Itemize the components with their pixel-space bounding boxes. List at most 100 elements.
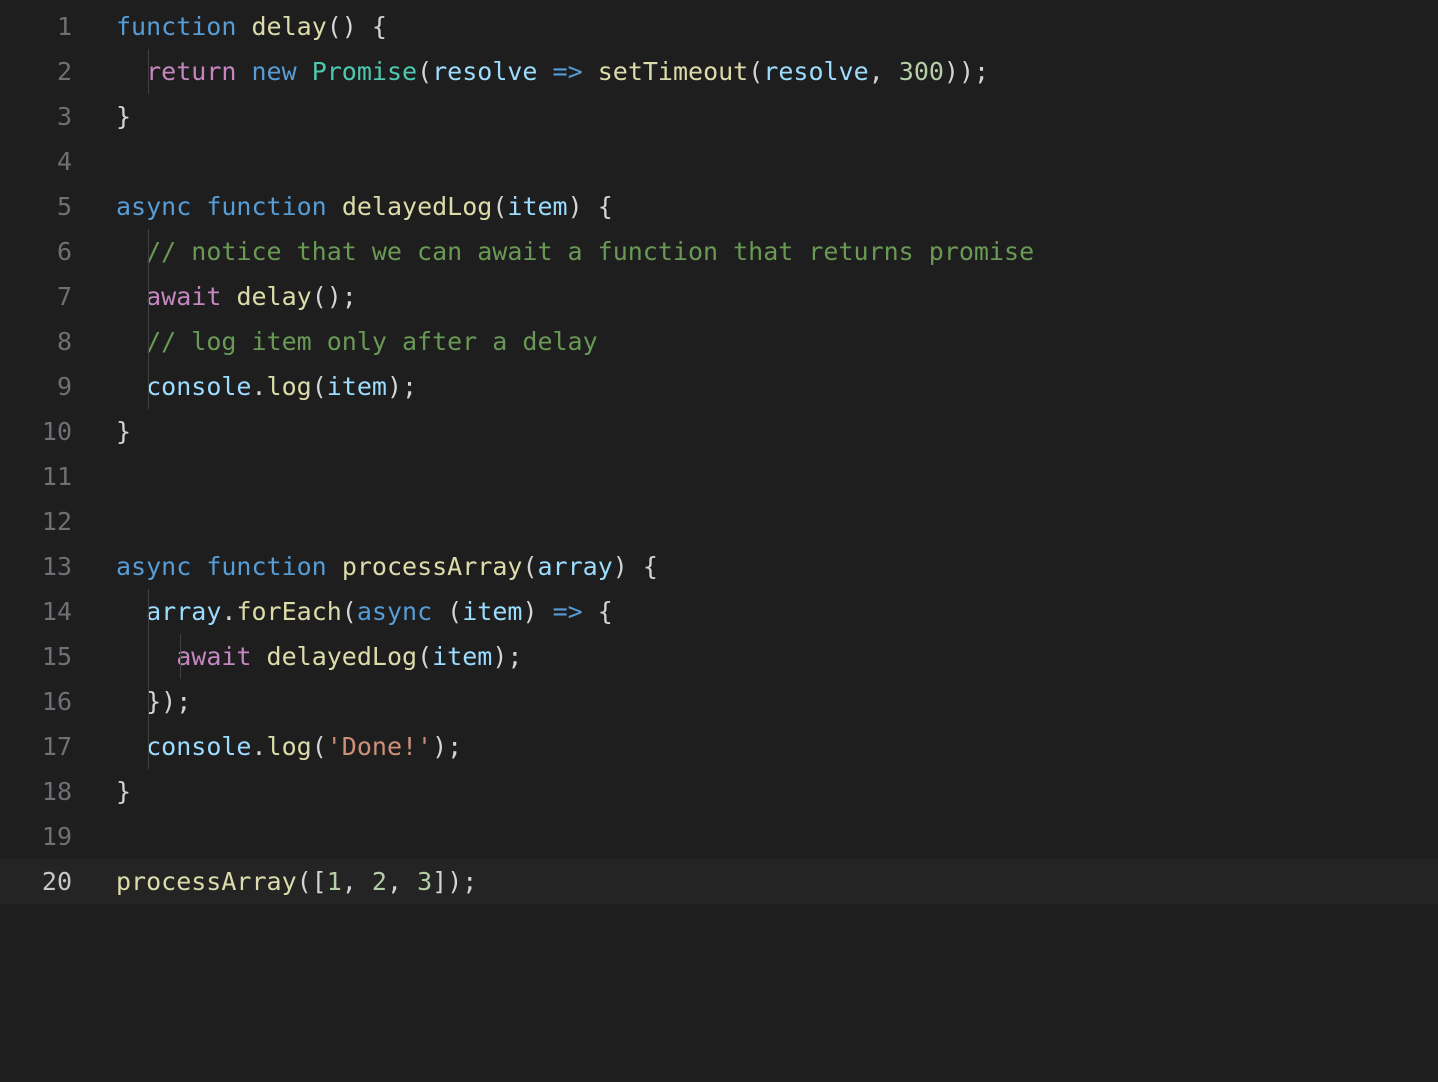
token-kw: async <box>116 552 191 581</box>
token-punc: ( <box>748 57 763 86</box>
token-punc <box>583 57 598 86</box>
token-ctrl: await <box>146 282 221 311</box>
token-kw: function <box>116 12 236 41</box>
line-number: 12 <box>0 499 72 544</box>
token-cmt: // notice that we can await a function t… <box>146 237 1034 266</box>
token-punc <box>327 192 342 221</box>
token-punc <box>537 57 552 86</box>
line-number: 20 <box>0 859 72 904</box>
token-num: 1 <box>327 867 342 896</box>
token-str: 'Done!' <box>327 732 432 761</box>
code-line[interactable]: console.log('Done!'); <box>100 724 1438 769</box>
token-punc: ]); <box>432 867 477 896</box>
token-fn: delay <box>251 12 326 41</box>
code-line[interactable]: // notice that we can await a function t… <box>100 229 1438 274</box>
token-var: item <box>432 642 492 671</box>
token-punc: , <box>387 867 417 896</box>
token-punc: ( <box>522 552 537 581</box>
code-line[interactable] <box>100 499 1438 544</box>
token-punc <box>191 192 206 221</box>
code-line[interactable]: processArray([1, 2, 3]); <box>100 859 1438 904</box>
code-line[interactable]: return new Promise(resolve => setTimeout… <box>100 49 1438 94</box>
token-var: resolve <box>432 57 537 86</box>
token-punc: ) <box>522 597 552 626</box>
token-punc: ( <box>417 57 432 86</box>
token-var: array <box>146 597 221 626</box>
code-line[interactable]: array.forEach(async (item) => { <box>100 589 1438 634</box>
token-fn: processArray <box>342 552 523 581</box>
token-punc <box>251 642 266 671</box>
line-number: 6 <box>0 229 72 274</box>
token-punc: } <box>116 777 131 806</box>
line-number: 2 <box>0 49 72 94</box>
token-fn: log <box>267 372 312 401</box>
token-punc: } <box>116 417 131 446</box>
code-line[interactable] <box>100 139 1438 184</box>
code-line[interactable]: async function delayedLog(item) { <box>100 184 1438 229</box>
code-area[interactable]: function delay() { return new Promise(re… <box>100 4 1438 904</box>
line-number-gutter: 1234567891011121314151617181920 <box>0 4 100 904</box>
token-punc: ) { <box>613 552 658 581</box>
indent-guide <box>148 229 149 274</box>
token-kw: new <box>251 57 296 86</box>
token-num: 3 <box>417 867 432 896</box>
indent-guide <box>148 274 149 319</box>
token-kw: function <box>206 552 326 581</box>
code-line[interactable]: async function processArray(array) { <box>100 544 1438 589</box>
token-fn: log <box>267 732 312 761</box>
line-number: 4 <box>0 139 72 184</box>
token-punc <box>191 552 206 581</box>
code-line[interactable]: } <box>100 409 1438 454</box>
token-kw: async <box>357 597 432 626</box>
code-editor[interactable]: 1234567891011121314151617181920 function… <box>0 0 1438 904</box>
token-punc: . <box>221 597 236 626</box>
token-punc <box>236 57 251 86</box>
line-number: 19 <box>0 814 72 859</box>
token-punc <box>327 552 342 581</box>
token-punc: ); <box>432 732 462 761</box>
code-line[interactable]: await delayedLog(item); <box>100 634 1438 679</box>
token-punc: ( <box>312 372 327 401</box>
token-punc: . <box>251 732 266 761</box>
token-fn: setTimeout <box>598 57 749 86</box>
token-punc: ([ <box>297 867 327 896</box>
indent-guide <box>148 724 149 769</box>
code-line[interactable]: await delay(); <box>100 274 1438 319</box>
code-line[interactable]: } <box>100 94 1438 139</box>
code-line[interactable] <box>100 454 1438 499</box>
line-number: 10 <box>0 409 72 454</box>
token-punc: ( <box>312 732 327 761</box>
line-number: 11 <box>0 454 72 499</box>
indent-guide <box>148 364 149 409</box>
token-punc <box>297 57 312 86</box>
line-number: 8 <box>0 319 72 364</box>
token-punc: ( <box>342 597 357 626</box>
token-punc: ( <box>417 642 432 671</box>
token-num: 300 <box>899 57 944 86</box>
indent-guide <box>148 679 149 724</box>
line-number: 17 <box>0 724 72 769</box>
token-punc: , <box>869 57 899 86</box>
token-punc: . <box>251 372 266 401</box>
token-kw: async <box>116 192 191 221</box>
indent-guide <box>148 634 149 679</box>
line-number: 13 <box>0 544 72 589</box>
token-kw: => <box>553 57 583 86</box>
token-punc: } <box>116 102 131 131</box>
token-num: 2 <box>372 867 387 896</box>
code-line[interactable]: // log item only after a delay <box>100 319 1438 364</box>
code-line[interactable]: }); <box>100 679 1438 724</box>
token-punc: (); <box>312 282 357 311</box>
code-line[interactable]: function delay() { <box>100 4 1438 49</box>
code-line[interactable]: console.log(item); <box>100 364 1438 409</box>
indent-guide <box>148 49 149 94</box>
token-cmt: // log item only after a delay <box>146 327 598 356</box>
token-punc: ( <box>432 597 462 626</box>
token-punc: ( <box>492 192 507 221</box>
line-number: 3 <box>0 94 72 139</box>
indent-guide <box>180 634 181 679</box>
token-var: console <box>146 372 251 401</box>
code-line[interactable] <box>100 814 1438 859</box>
code-line[interactable]: } <box>100 769 1438 814</box>
token-fn: processArray <box>116 867 297 896</box>
